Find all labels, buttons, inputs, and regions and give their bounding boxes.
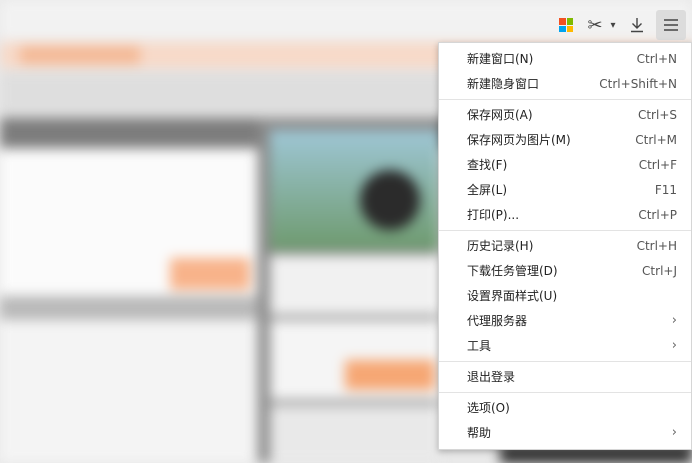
menu-item-shortcut: Ctrl+P (638, 207, 677, 222)
menu-item-tools[interactable]: 工具 › (439, 333, 691, 358)
menu-item-help[interactable]: 帮助 › (439, 420, 691, 445)
submenu-arrow-icon: › (671, 425, 677, 440)
menu-item-label: 历史记录(H) (467, 239, 534, 253)
main-menu-dropdown: 新建窗口(N) Ctrl+N 新建隐身窗口 Ctrl+Shift+N 保存网页(… (438, 42, 692, 450)
menu-item-label: 新建隐身窗口 (467, 77, 540, 91)
menu-item-options[interactable]: 选项(O) (439, 395, 691, 420)
menu-item-label: 帮助 (467, 426, 492, 440)
menu-item-new-window[interactable]: 新建窗口(N) Ctrl+N (439, 46, 691, 71)
scissors-dropdown-caret-icon[interactable]: ▾ (607, 8, 619, 42)
screenshot-scissors-icon[interactable]: ✂ (582, 8, 608, 42)
menu-item-interface-style[interactable]: 设置界面样式(U) (439, 283, 691, 308)
menu-item-new-incognito-window[interactable]: 新建隐身窗口 Ctrl+Shift+N (439, 71, 691, 96)
menu-item-history[interactable]: 历史记录(H) Ctrl+H (439, 233, 691, 258)
menu-item-logout[interactable]: 退出登录 (439, 364, 691, 389)
browser-toolbar: ✂ ▾ (552, 8, 692, 42)
menu-item-label: 查找(F) (467, 158, 508, 172)
download-icon[interactable] (624, 8, 650, 42)
menu-item-shortcut: Ctrl+N (636, 51, 677, 66)
menu-item-label: 保存网页(A) (467, 108, 533, 122)
menu-item-print[interactable]: 打印(P)... Ctrl+P (439, 202, 691, 227)
menu-item-shortcut: Ctrl+Shift+N (599, 76, 677, 91)
menu-item-shortcut: Ctrl+F (638, 157, 677, 172)
menu-item-shortcut: Ctrl+S (637, 107, 677, 122)
menu-item-label: 打印(P)... (467, 208, 520, 222)
menu-item-find[interactable]: 查找(F) Ctrl+F (439, 152, 691, 177)
menu-item-shortcut: Ctrl+J (642, 263, 677, 278)
menu-item-shortcut: Ctrl+M (635, 132, 677, 147)
menu-item-label: 全屏(L) (467, 183, 508, 197)
menu-item-label: 新建窗口(N) (467, 52, 534, 66)
menu-item-save-page[interactable]: 保存网页(A) Ctrl+S (439, 102, 691, 127)
menu-item-shortcut: Ctrl+H (636, 238, 677, 253)
menu-separator (439, 99, 691, 100)
menu-item-label: 选项(O) (467, 401, 510, 415)
menu-item-save-page-as-image[interactable]: 保存网页为图片(M) Ctrl+M (439, 127, 691, 152)
menu-item-label: 下载任务管理(D) (467, 264, 558, 278)
menu-separator (439, 361, 691, 362)
menu-item-label: 退出登录 (467, 370, 516, 384)
apps-icon[interactable] (552, 8, 580, 42)
menu-separator (439, 392, 691, 393)
menu-item-label: 代理服务器 (467, 314, 528, 328)
menu-item-proxy-server[interactable]: 代理服务器 › (439, 308, 691, 333)
submenu-arrow-icon: › (671, 338, 677, 353)
submenu-arrow-icon: › (671, 313, 677, 328)
menu-item-download-manager[interactable]: 下载任务管理(D) Ctrl+J (439, 258, 691, 283)
main-menu-icon[interactable] (656, 10, 686, 40)
menu-item-label: 设置界面样式(U) (467, 289, 558, 303)
menu-item-fullscreen[interactable]: 全屏(L) F11 (439, 177, 691, 202)
menu-separator (439, 230, 691, 231)
menu-item-label: 保存网页为图片(M) (467, 133, 571, 147)
menu-item-label: 工具 (467, 339, 492, 353)
menu-item-shortcut: F11 (654, 182, 677, 197)
